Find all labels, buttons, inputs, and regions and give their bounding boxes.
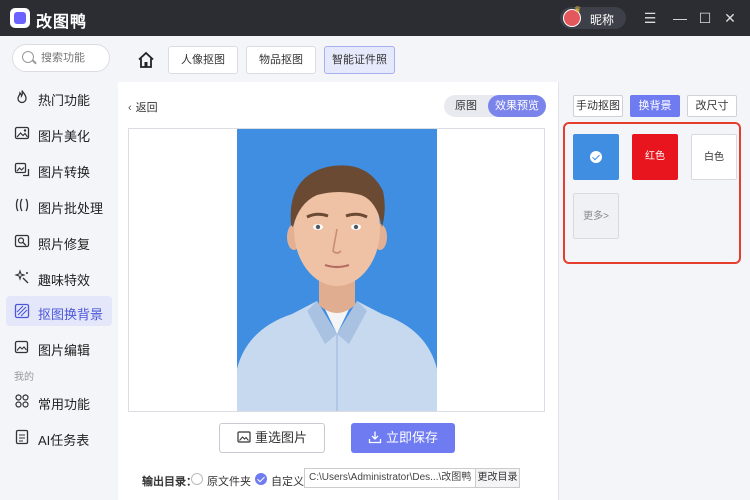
crown-icon: ♛ bbox=[574, 5, 582, 14]
swatch-blue[interactable] bbox=[573, 134, 619, 180]
view-toggle: 原图 效果预览 bbox=[444, 95, 546, 117]
close-icon[interactable]: ✕ bbox=[720, 8, 740, 28]
tab-object-cutout[interactable]: 物品抠图 bbox=[246, 46, 316, 74]
reselect-image-button[interactable]: 重选图片 bbox=[219, 423, 325, 453]
chevron-left-icon: ‹ bbox=[128, 102, 132, 114]
swatch-white[interactable]: 白色 bbox=[691, 134, 737, 180]
sidebar-item-ai-tasks[interactable]: AI任务表 bbox=[6, 422, 112, 452]
sidebar-item-edit[interactable]: 图片编辑 bbox=[6, 332, 112, 362]
app-logo-icon bbox=[10, 8, 30, 28]
radio-original-folder[interactable] bbox=[191, 473, 203, 485]
repair-icon bbox=[14, 233, 30, 249]
avatar: ♛ bbox=[563, 5, 581, 27]
sidebar-item-hot[interactable]: 热门功能 bbox=[6, 82, 112, 112]
custom-label: 自定义 bbox=[271, 476, 304, 488]
sidebar-item-label: 抠图换背景 bbox=[38, 307, 104, 322]
radio-custom[interactable] bbox=[255, 473, 267, 485]
sidebar-item-beautify[interactable]: 图片美化 bbox=[6, 118, 112, 148]
back-button[interactable]: ‹ 返回 bbox=[128, 99, 158, 115]
search-icon bbox=[22, 51, 34, 63]
background-color-options: 红色 白色 更多> bbox=[563, 122, 741, 264]
original-folder-label: 原文件夹 bbox=[207, 476, 251, 488]
menu-icon[interactable]: ☰ bbox=[640, 8, 660, 28]
save-now-button[interactable]: 立即保存 bbox=[351, 423, 455, 453]
id-photo bbox=[237, 129, 437, 411]
sidebar-item-label: 照片修复 bbox=[38, 237, 91, 252]
sidebar-item-label: 趣味特效 bbox=[38, 273, 91, 288]
sidebar-item-label: 热门功能 bbox=[38, 93, 91, 108]
grid-icon bbox=[14, 393, 30, 409]
cutout-icon bbox=[14, 303, 30, 319]
app-title: 改图鸭 bbox=[36, 14, 88, 31]
output-dir-label: 输出目录： bbox=[142, 476, 197, 488]
sidebar: 热门功能 图片美化 图片转换 图片批处理 照片修复 趣味特效 抠图换背景 bbox=[0, 36, 118, 500]
tab-resize[interactable]: 改尺寸 bbox=[687, 95, 737, 117]
tab-change-background[interactable]: 换背景 bbox=[630, 95, 680, 117]
search-box[interactable] bbox=[12, 44, 110, 72]
sidebar-item-convert[interactable]: 图片转换 bbox=[6, 154, 112, 184]
tab-portrait-cutout[interactable]: 人像抠图 bbox=[168, 46, 238, 74]
toggle-preview[interactable]: 效果预览 bbox=[488, 95, 546, 117]
check-icon bbox=[590, 151, 602, 163]
section-label-mine: 我的 bbox=[14, 372, 34, 383]
right-panel: 手动抠图 换背景 改尺寸 红色 白色 更多> bbox=[558, 82, 750, 500]
swatch-red[interactable]: 红色 bbox=[632, 134, 678, 180]
image-icon bbox=[237, 431, 251, 443]
sidebar-item-effects[interactable]: 趣味特效 bbox=[6, 262, 112, 292]
reselect-label: 重选图片 bbox=[254, 430, 307, 445]
change-directory-button[interactable]: 更改目录 bbox=[476, 468, 520, 488]
download-icon bbox=[368, 431, 382, 444]
maximize-icon[interactable]: ☐ bbox=[695, 8, 715, 28]
minimize-icon[interactable]: — bbox=[670, 8, 690, 28]
save-label: 立即保存 bbox=[385, 430, 438, 445]
sidebar-item-common[interactable]: 常用功能 bbox=[6, 386, 112, 416]
task-list-icon bbox=[14, 429, 30, 445]
image-convert-icon bbox=[14, 161, 30, 177]
batch-icon bbox=[14, 197, 30, 213]
image-beautify-icon bbox=[14, 125, 30, 141]
search-input[interactable] bbox=[41, 52, 107, 64]
sidebar-item-label: 常用功能 bbox=[38, 397, 91, 412]
edit-icon bbox=[14, 339, 30, 355]
user-nickname: 昵称 bbox=[590, 13, 615, 27]
main-panel: ‹ 返回 原图 效果预览 重选图片 立即保存 输出目录： 原文件夹 自定义 C:… bbox=[118, 82, 558, 500]
title-bar: 改图鸭 ♛ 昵称 ☰ — ☐ ✕ bbox=[0, 0, 750, 36]
home-icon[interactable] bbox=[136, 50, 156, 70]
back-label: 返回 bbox=[135, 102, 158, 114]
more-colors-button[interactable]: 更多> bbox=[573, 193, 619, 239]
fire-icon bbox=[14, 89, 30, 105]
sidebar-item-label: 图片转换 bbox=[38, 165, 91, 180]
tab-manual-cutout[interactable]: 手动抠图 bbox=[573, 95, 623, 117]
top-tab-bar: 人像抠图 物品抠图 智能证件照 bbox=[118, 36, 750, 82]
sparkle-icon bbox=[14, 269, 30, 285]
sidebar-item-batch[interactable]: 图片批处理 bbox=[6, 190, 112, 220]
sidebar-item-label: 图片批处理 bbox=[38, 201, 104, 216]
output-path-field[interactable]: C:\Users\Administrator\Des...\改图鸭 bbox=[304, 468, 476, 488]
sidebar-item-label: 图片美化 bbox=[38, 129, 91, 144]
sidebar-item-repair[interactable]: 照片修复 bbox=[6, 226, 112, 256]
image-preview bbox=[128, 128, 545, 412]
user-profile-button[interactable]: ♛ 昵称 bbox=[560, 5, 626, 29]
tab-smart-id-photo[interactable]: 智能证件照 bbox=[324, 46, 395, 74]
toggle-original[interactable]: 原图 bbox=[444, 95, 488, 117]
sidebar-item-label: 图片编辑 bbox=[38, 343, 91, 358]
sidebar-item-label: AI任务表 bbox=[38, 433, 90, 448]
sidebar-item-cutout[interactable]: 抠图换背景 bbox=[6, 296, 112, 326]
